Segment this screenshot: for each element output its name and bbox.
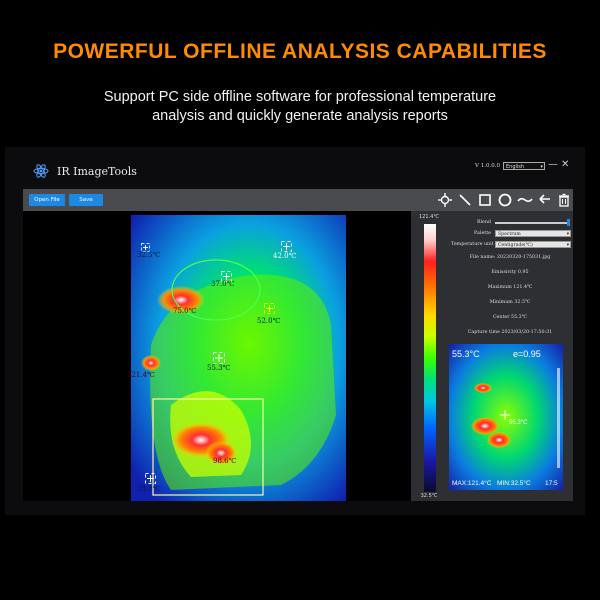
temperature-scale-panel: 121.4℃ 32.5℃	[411, 211, 447, 501]
spot-label-3: 37.0℃	[211, 280, 235, 288]
close-button[interactable]: ✕	[561, 160, 569, 170]
spot-marker-4[interactable]	[264, 299, 275, 318]
ellipse-tool-icon[interactable]	[497, 192, 513, 208]
hot-spot-label: 121.4℃	[127, 371, 155, 379]
center-info: Center 55.3℃	[492, 315, 528, 320]
title-bar: IR ImageTools V 1.0.0.0 English ▾ — ✕	[5, 147, 585, 189]
open-file-button[interactable]: Open File	[29, 194, 65, 206]
crosshair-marker-icon	[264, 303, 275, 314]
chevron-down-icon: ▾	[566, 232, 569, 237]
subheadline-line-2: analysis and quickly generate analysis r…	[152, 108, 448, 124]
subheadline-line-1: Support PC side offline software for pro…	[103, 89, 497, 105]
thumbnail-emissivity: e=0.95	[513, 349, 541, 359]
chevron-down-icon: ▾	[540, 164, 543, 170]
rectangle-tool-icon[interactable]	[477, 192, 493, 208]
scale-max-label: 121.4℃	[419, 214, 439, 220]
curve-tool-icon[interactable]	[517, 192, 533, 208]
thumbnail-center-temp: 55.3°C	[452, 349, 480, 359]
unit-select[interactable]: Centigrade(℃) ▾	[495, 241, 571, 248]
capture-time-info: Capture time 2023/03/20-17:50:31	[467, 330, 553, 335]
thumbnail-center-label: 55.3°C	[509, 420, 528, 426]
thumbnail-max: MAX:121.4°C	[452, 480, 492, 487]
color-scale-bar	[424, 224, 436, 492]
language-select[interactable]: English ▾	[503, 162, 545, 170]
atom-logo-icon	[33, 164, 49, 178]
thumbnail-min: MIN:32.5°C	[497, 480, 531, 487]
undo-icon[interactable]	[537, 192, 553, 208]
rect-max-label: 98.6℃	[213, 457, 237, 465]
language-value: English	[506, 164, 525, 170]
palette-select[interactable]: Spectrum ▾	[495, 230, 571, 237]
crosshair-marker-icon	[281, 241, 292, 252]
thermal-image[interactable]	[131, 215, 346, 501]
blend-label: Blend	[476, 220, 491, 225]
unit-label: Temperature unit	[451, 242, 494, 247]
toolbar: Open File Save	[23, 189, 573, 211]
minimum-info: Minimum 32.5℃	[489, 300, 531, 305]
unit-value: Centigrade(℃)	[498, 243, 533, 248]
spot-label-4: 52.0℃	[257, 317, 281, 325]
palette-label: Palette	[474, 231, 491, 236]
spot-label-2: 42.0℃	[273, 252, 297, 260]
crosshair-marker-icon	[145, 473, 156, 484]
headline: POWERFUL OFFLINE ANALYSIS CAPABILITIES	[53, 40, 547, 63]
file-name-info: File name: 20230320-175031.jpg	[469, 255, 551, 260]
minimize-button[interactable]: —	[548, 160, 558, 170]
version-label: V 1.0.0.0	[475, 163, 500, 169]
line-tool-icon[interactable]	[457, 192, 473, 208]
save-button[interactable]: Save	[69, 194, 103, 206]
subheadline: Support PC side offline software for pro…	[30, 88, 570, 126]
image-viewer: 32.5℃ 42.0℃ 37.0℃ 52.0℃ 55.3℃ 33.8℃ 75.0…	[23, 211, 411, 501]
thumbnail-time: 17:5	[545, 480, 558, 487]
blend-slider-handle[interactable]	[567, 219, 570, 226]
crosshair-tool-icon[interactable]	[437, 192, 453, 208]
blend-slider[interactable]	[495, 222, 569, 224]
chevron-down-icon: ▾	[566, 243, 569, 248]
delete-icon[interactable]	[556, 192, 572, 208]
emissivity-info: Emissivity 0.95	[491, 270, 529, 275]
center-label: 55.3℃	[207, 364, 231, 372]
palette-value: Spectrum	[498, 232, 521, 237]
spot-label-6: 33.8℃	[137, 485, 161, 493]
spot-label-1: 32.5℃	[137, 251, 161, 259]
thumbnail-preview: 55.3°C e=0.95 55.3°C MAX:121.4°C MIN:32.…	[449, 344, 563, 490]
scale-min-label: 32.5℃	[420, 493, 438, 499]
maximum-info: Maximum 121.4℃	[487, 285, 533, 290]
crosshair-marker-icon	[213, 352, 225, 364]
thumbnail-image	[449, 344, 563, 490]
ellipse-max-label: 75.0℃	[173, 307, 197, 315]
app-title: IR ImageTools	[57, 165, 137, 178]
